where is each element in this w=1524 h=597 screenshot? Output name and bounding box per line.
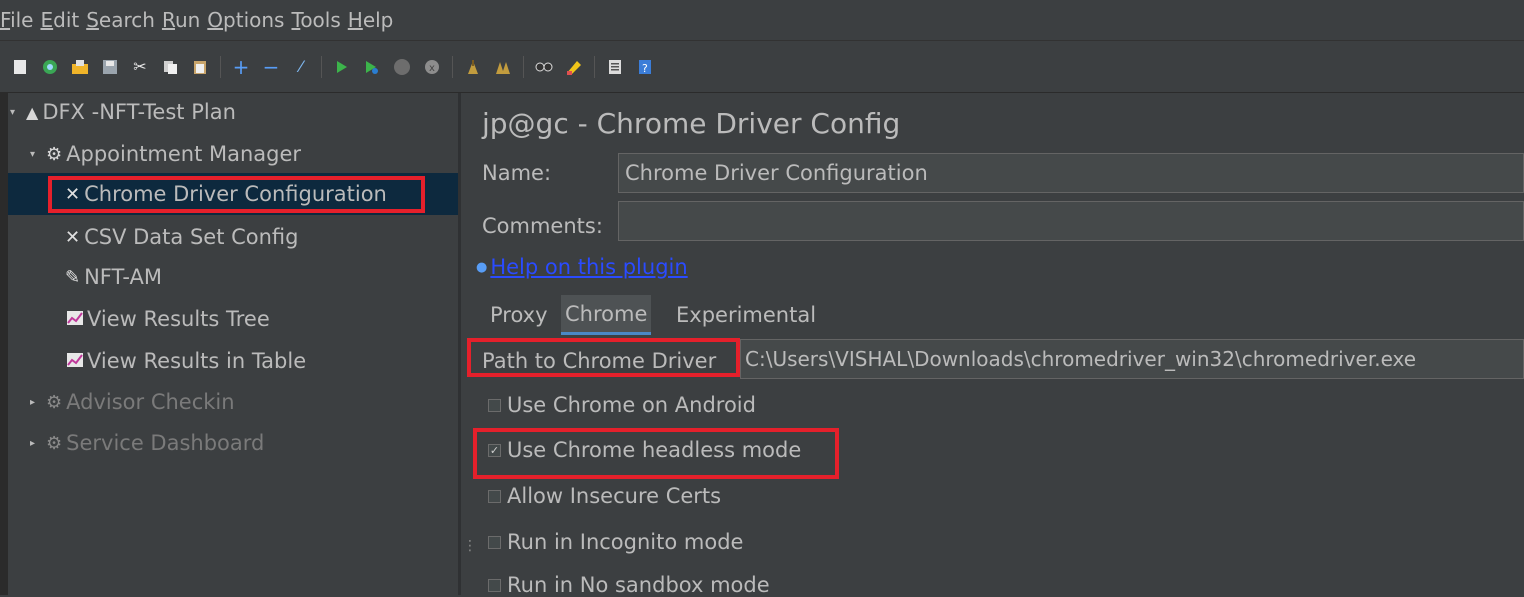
tree-node-label: View Results in Table [87,349,307,373]
tree-node-service-dashboard[interactable]: ▸ ⚙ Service Dashboard [30,424,264,462]
save-icon[interactable] [100,57,120,77]
checkbox-label: Allow Insecure Certs [507,484,722,508]
tab-experimental[interactable]: Experimental [672,295,820,335]
page-title: jp@gc - Chrome Driver Config [482,107,901,140]
svg-text:?: ? [642,62,648,75]
pencil-icon: ✎ [65,266,81,288]
clear-icon[interactable] [463,57,483,77]
gear-icon: ⚙ [46,391,63,413]
expand-icon[interactable]: + [231,57,251,77]
menu-search[interactable]: Search [86,8,162,32]
tree-node-label: Advisor Checkin [66,390,235,414]
tree-node-label: Appointment Manager [66,142,302,166]
tree-node-chrome-driver-config[interactable]: ✕ Chrome Driver Configuration [8,173,458,215]
checkbox-box[interactable] [488,578,501,592]
clear-all-icon[interactable] [493,57,513,77]
checkbox-allow-insecure-certs[interactable]: Allow Insecure Certs [488,484,721,508]
start-icon[interactable] [332,57,352,77]
tree-node-view-results-in-table[interactable]: View Results in Table [67,342,306,380]
flask-icon: ▲ [26,102,39,122]
function-helper-icon[interactable] [605,57,625,77]
templates-icon[interactable] [40,57,60,77]
menu-help[interactable]: Help [348,8,401,32]
menu-bar: File Edit Search Run Options Tools Help [0,0,1524,41]
tab-chrome[interactable]: Chrome [561,295,652,335]
pane-splitter[interactable] [458,93,461,595]
svg-text:x: x [429,63,435,74]
tree-node-label: NFT-AM [84,265,163,289]
start-no-pause-icon[interactable] [362,57,382,77]
tree-edge [0,93,8,595]
checkbox-label: Use Chrome headless mode [507,438,802,462]
tree-node-label: View Results Tree [87,307,270,331]
graph-icon [67,351,83,372]
toolbar: ✂ + − ⁄ x ? [0,41,1524,93]
menu-tools[interactable]: Tools [291,8,347,32]
checkbox-label: Run in Incognito mode [507,530,744,554]
new-icon[interactable] [10,57,30,77]
paste-icon[interactable] [190,57,210,77]
tree-node-label: Chrome Driver Configuration [84,182,387,206]
help-icon[interactable]: ? [635,57,655,77]
checkbox-run-incognito[interactable]: Run in Incognito mode [488,530,743,554]
cut-icon[interactable]: ✂ [130,57,150,77]
name-field[interactable]: Chrome Driver Configuration [618,153,1524,193]
checkbox-use-chrome-headless[interactable]: ✓ Use Chrome headless mode [488,438,801,462]
tree-node-label: CSV Data Set Config [84,225,299,249]
checkbox-box[interactable] [488,398,501,412]
tree-node-test-plan[interactable]: ▾ ▲ DFX -NFT-Test Plan [10,93,236,131]
toolbar-separator [220,55,221,78]
toolbar-separator [523,55,524,78]
chrome-driver-path-field[interactable]: C:\Users\VISHAL\Downloads\chromedriver_w… [740,339,1524,379]
gear-icon: ⚙ [46,432,63,454]
stop-icon[interactable] [392,57,412,77]
checkbox-label: Run in No sandbox mode [507,573,770,597]
tree-node-csv-data-set-config[interactable]: ✕ CSV Data Set Config [65,218,298,256]
comments-field[interactable] [618,201,1524,241]
collapsed-arrow-icon[interactable]: ▸ [30,438,42,449]
copy-icon[interactable] [160,57,180,77]
tree-node-appointment-manager[interactable]: ▾ ⚙ Appointment Manager [30,135,301,173]
toolbar-separator [321,55,322,78]
checkbox-label: Use Chrome on Android [507,393,756,417]
help-link[interactable]: Help on this plugin [490,255,687,279]
search-icon[interactable] [534,57,554,77]
help-link-row: ● Help on this plugin [476,255,688,279]
collapse-icon[interactable]: − [261,57,281,77]
config-panel: jp@gc - Chrome Driver Config Name: Chrom… [467,93,1524,597]
graph-icon [67,309,83,330]
gear-icon: ⚙ [46,143,63,165]
menu-file[interactable]: File [0,8,40,32]
menu-options[interactable]: Options [207,8,291,32]
checkbox-use-chrome-on-android[interactable]: Use Chrome on Android [488,393,756,417]
tab-proxy[interactable]: Proxy [486,295,552,335]
checkbox-box[interactable] [488,535,501,549]
menu-edit[interactable]: Edit [40,8,86,32]
info-icon: ● [476,259,488,275]
tree-node-advisor-checkin[interactable]: ▸ ⚙ Advisor Checkin [30,383,235,421]
tree-node-label: Service Dashboard [66,431,265,455]
toolbar-separator [594,55,595,78]
checkbox-box[interactable] [488,489,501,503]
checkbox-box-checked[interactable]: ✓ [488,443,501,457]
comments-label: Comments: [482,214,603,238]
tree-node-nft-am[interactable]: ✎ NFT-AM [65,258,162,296]
shutdown-icon[interactable]: x [422,57,442,77]
wrench-icon: ✕ [65,226,81,248]
wrench-icon: ✕ [65,183,81,205]
expand-arrow-icon[interactable]: ▾ [30,149,42,160]
path-label: Path to Chrome Driver [482,349,717,373]
reset-search-icon[interactable] [564,57,584,77]
toggle-icon[interactable]: ⁄ [291,57,311,77]
name-label: Name: [482,161,552,185]
expand-arrow-icon[interactable]: ▾ [10,107,22,118]
tree-node-view-results-tree[interactable]: View Results Tree [67,300,270,338]
tree-node-label: DFX -NFT-Test Plan [42,100,236,124]
menu-run[interactable]: Run [162,8,207,32]
toolbar-separator [452,55,453,78]
collapsed-arrow-icon[interactable]: ▸ [30,397,42,408]
checkbox-run-no-sandbox[interactable]: Run in No sandbox mode [488,573,770,597]
open-icon[interactable] [70,57,90,77]
